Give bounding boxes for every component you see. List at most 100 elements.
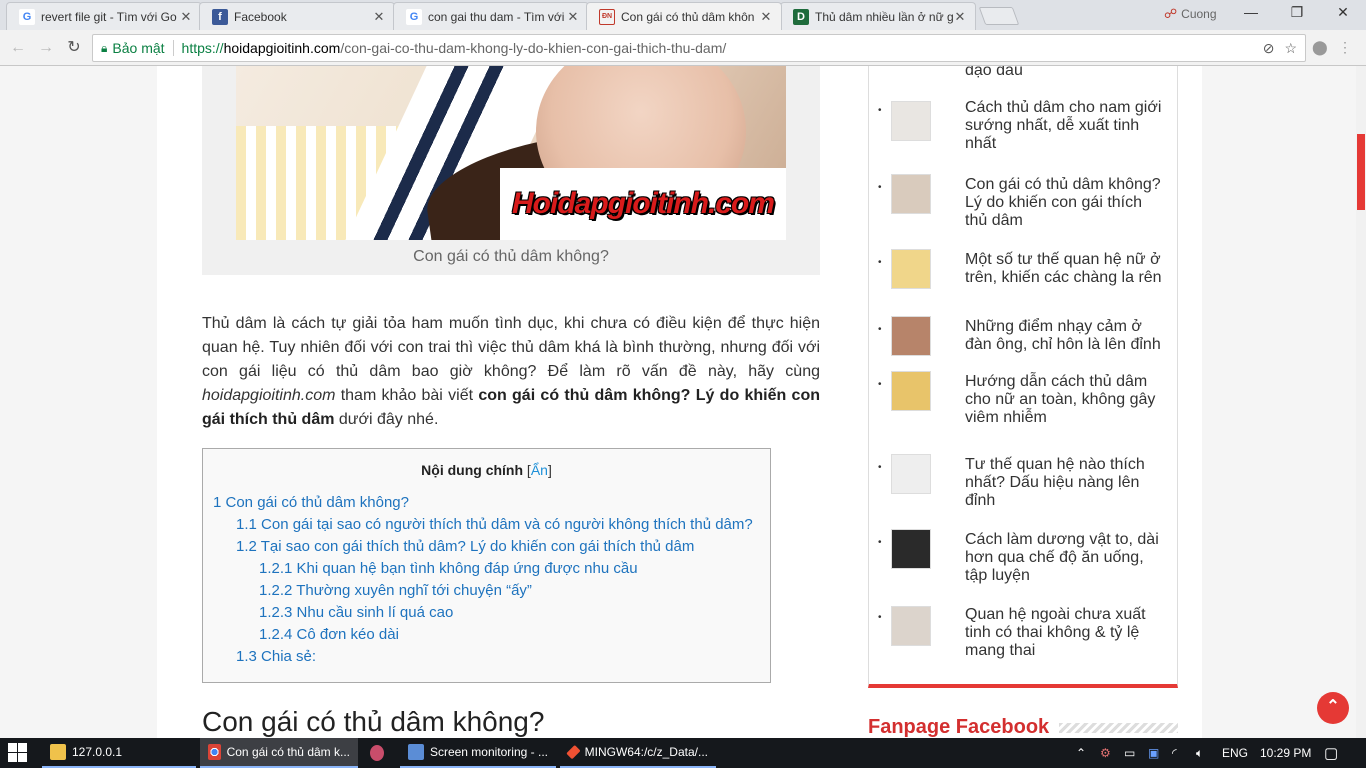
tab-thu-dam[interactable]: D Thủ dâm nhiều lần ở nữ g ✕ bbox=[780, 2, 976, 30]
close-icon[interactable]: ✕ bbox=[566, 9, 580, 25]
url-scheme: https:// bbox=[181, 40, 224, 56]
scrollbar-thumb[interactable] bbox=[1357, 134, 1365, 210]
bullet-icon: • bbox=[878, 612, 882, 623]
bullet-icon: • bbox=[878, 105, 882, 116]
bookmark-star-icon[interactable]: ☆ bbox=[1284, 40, 1297, 57]
tray-monitor-icon[interactable]: ▣ bbox=[1148, 738, 1159, 768]
tab-google-search-1[interactable]: G revert file git - Tìm với Go ✕ bbox=[6, 2, 202, 30]
toc-link[interactable]: 1.2.1 Khi quan hệ bạn tình không đáp ứng… bbox=[213, 558, 760, 580]
close-icon[interactable]: ✕ bbox=[179, 9, 193, 25]
tray-battery-icon[interactable]: ▭ bbox=[1124, 738, 1135, 768]
decorative-divider bbox=[1059, 722, 1178, 733]
url-path: /con-gai-co-thu-dam-khong-ly-do-khien-co… bbox=[340, 40, 727, 56]
reload-button[interactable]: ↻ bbox=[64, 38, 84, 58]
close-icon[interactable]: ✕ bbox=[953, 9, 967, 25]
intro-text-2: tham khảo bài viết bbox=[335, 387, 479, 404]
extension-icon[interactable]: ⬤ bbox=[1312, 39, 1328, 56]
image-caption: Con gái có thủ dâm không? bbox=[413, 248, 609, 265]
notifications-icon[interactable]: ▢ bbox=[1324, 738, 1338, 768]
intro-paragraph: Thủ dâm là cách tự giải tỏa ham muốn tìn… bbox=[202, 312, 820, 432]
windows-start-button[interactable] bbox=[8, 743, 30, 763]
sidebar-post-title[interactable]: Hướng dẫn cách thủ dâm cho nữ an toàn, k… bbox=[965, 373, 1165, 427]
post-thumbnail[interactable] bbox=[891, 316, 931, 356]
close-icon[interactable]: ✕ bbox=[759, 9, 773, 25]
volume-icon[interactable]: 🔈︎ bbox=[1196, 738, 1203, 768]
maximize-button[interactable]: ❐ bbox=[1282, 4, 1312, 24]
bullet-icon: • bbox=[878, 257, 882, 268]
git-bash-icon bbox=[566, 744, 581, 760]
taskbar-item-screen-monitoring[interactable]: Screen monitoring - ... bbox=[400, 738, 556, 768]
tab-title: Facebook bbox=[234, 9, 287, 24]
tray-app-icon[interactable]: ⚙ bbox=[1100, 738, 1111, 768]
toc-link[interactable]: 1 Con gái có thủ dâm không? bbox=[213, 492, 760, 514]
bullet-icon: • bbox=[878, 462, 882, 473]
close-icon[interactable]: ✕ bbox=[372, 9, 386, 25]
post-thumbnail[interactable] bbox=[891, 371, 931, 411]
google-icon: G bbox=[19, 8, 35, 25]
wifi-icon[interactable]: ◜ bbox=[1172, 738, 1177, 768]
taskbar-label: Con gái có thủ dâm k... bbox=[226, 745, 350, 759]
language-indicator[interactable]: ENG bbox=[1222, 738, 1248, 768]
profile-button[interactable]: ☍ Cuong bbox=[1164, 6, 1217, 22]
monitor-app-icon bbox=[408, 744, 424, 760]
toc-list: 1 Con gái có thủ dâm không? 1.1 Con gái t… bbox=[213, 492, 760, 668]
fanpage-section-header: Fanpage Facebook bbox=[868, 716, 1178, 738]
post-thumbnail[interactable] bbox=[891, 249, 931, 289]
post-thumbnail[interactable] bbox=[891, 606, 931, 646]
watermark-text: Hoidapgioitinh.com bbox=[512, 187, 775, 220]
sidebar-post-title[interactable]: Cách thủ dâm cho nam giới sướng nhất, dễ… bbox=[965, 99, 1165, 153]
blocked-popup-icon[interactable]: ⊘ bbox=[1263, 40, 1275, 57]
taskbar-item-app[interactable] bbox=[362, 738, 398, 768]
page-scrollbar[interactable] bbox=[1356, 66, 1366, 738]
bullet-icon: • bbox=[878, 324, 882, 335]
taskbar-item-explorer[interactable]: 127.0.0.1 bbox=[42, 738, 196, 768]
sidebar-post-title[interactable]: Con gái có thủ dâm không? Lý do khiến co… bbox=[965, 176, 1165, 230]
toc-header: Nội dung chính [Ẩn] bbox=[421, 462, 552, 478]
toc-toggle-link[interactable]: Ẩn bbox=[531, 462, 548, 478]
toc-link[interactable]: 1.2 Tại sao con gái thích thủ dâm? Lý do… bbox=[213, 536, 760, 558]
post-thumbnail[interactable] bbox=[891, 454, 931, 494]
close-window-button[interactable]: ✕ bbox=[1328, 4, 1358, 24]
sidebar-post-title[interactable]: Quan hệ ngoài chưa xuất tinh có thai khô… bbox=[965, 606, 1165, 660]
sidebar-post-title[interactable]: Cách làm dương vật to, dài hơn qua chế đ… bbox=[965, 531, 1165, 585]
forward-button[interactable]: → bbox=[36, 38, 56, 58]
sidebar-post-title[interactable]: Một số tư thế quan hệ nữ ở trên, khiến c… bbox=[965, 251, 1165, 287]
post-thumbnail[interactable] bbox=[891, 174, 931, 214]
tab-google-search-2[interactable]: G con gai thu dam - Tìm với G ✕ bbox=[393, 2, 589, 30]
section-heading: Con gái có thủ dâm không? bbox=[202, 706, 545, 737]
minimize-button[interactable]: — bbox=[1236, 4, 1266, 24]
sidebar-related-posts: đạo dâu • Cách thủ dâm cho nam giới sướng… bbox=[868, 66, 1178, 688]
toc-link[interactable]: 1.1 Con gái tại sao có người thích thủ d… bbox=[213, 514, 760, 536]
table-of-contents: Nội dung chính [Ẩn] 1 Con gái có thủ dâm… bbox=[202, 448, 771, 683]
toc-link[interactable]: 1.2.2 Thường xuyên nghĩ tới chuyện “ấy” bbox=[213, 580, 760, 602]
lock-icon: 🔒︎ bbox=[101, 40, 108, 55]
back-to-top-button[interactable]: ⌃ bbox=[1317, 692, 1349, 724]
clock[interactable]: 10:29 PM bbox=[1260, 738, 1311, 768]
featured-image-block: Hoidapgioitinh.com Con gái có thủ dâm kh… bbox=[202, 66, 820, 275]
new-tab-button[interactable] bbox=[978, 7, 1020, 25]
bullet-icon: • bbox=[878, 537, 882, 548]
toc-link[interactable]: 1.3 Chia sẻ: bbox=[213, 646, 760, 668]
page-viewport: Hoidapgioitinh.com Con gái có thủ dâm kh… bbox=[0, 66, 1356, 738]
post-thumbnail[interactable] bbox=[891, 101, 931, 141]
sidebar-post-title[interactable]: Những điểm nhạy cảm ở đàn ông, chỉ hôn l… bbox=[965, 318, 1165, 354]
tab-facebook[interactable]: f Facebook ✕ bbox=[199, 2, 395, 30]
post-thumbnail[interactable] bbox=[891, 529, 931, 569]
google-icon: G bbox=[406, 8, 422, 25]
sidebar-post-title[interactable]: Tư thế quan hệ nào thích nhất? Dấu hiệu … bbox=[965, 456, 1165, 510]
taskbar-item-git-bash[interactable]: MINGW64:/c/z_Data/... bbox=[560, 738, 716, 768]
toc-link[interactable]: 1.2.3 Nhu cầu sinh lí quá cao bbox=[213, 602, 760, 624]
intro-text-1: Thủ dâm là cách tự giải tỏa ham muốn tìn… bbox=[202, 315, 820, 380]
taskbar-item-chrome[interactable]: Con gái có thủ dâm k... bbox=[200, 738, 358, 768]
address-bar[interactable]: 🔒︎ Bảo mật https:// hoidapgioitinh.com /… bbox=[92, 34, 1306, 62]
tab-title: con gai thu dam - Tìm với G bbox=[428, 9, 566, 24]
tab-active-article[interactable]: ĐN Con gái có thủ dâm khôn ✕ bbox=[586, 2, 782, 30]
sidebar-item-fragment[interactable]: đạo dâu bbox=[965, 66, 1165, 80]
fanpage-title: Fanpage Facebook bbox=[868, 716, 1050, 738]
toc-link[interactable]: 1.2.4 Cô đơn kéo dài bbox=[213, 624, 760, 646]
back-button[interactable]: ← bbox=[8, 38, 28, 58]
tray-up-arrow-icon[interactable]: ⌃ bbox=[1076, 738, 1086, 768]
secure-label: Bảo mật bbox=[112, 40, 165, 56]
tab-title: Thủ dâm nhiều lần ở nữ g bbox=[815, 9, 953, 24]
menu-icon[interactable]: ⋮ bbox=[1338, 39, 1352, 56]
